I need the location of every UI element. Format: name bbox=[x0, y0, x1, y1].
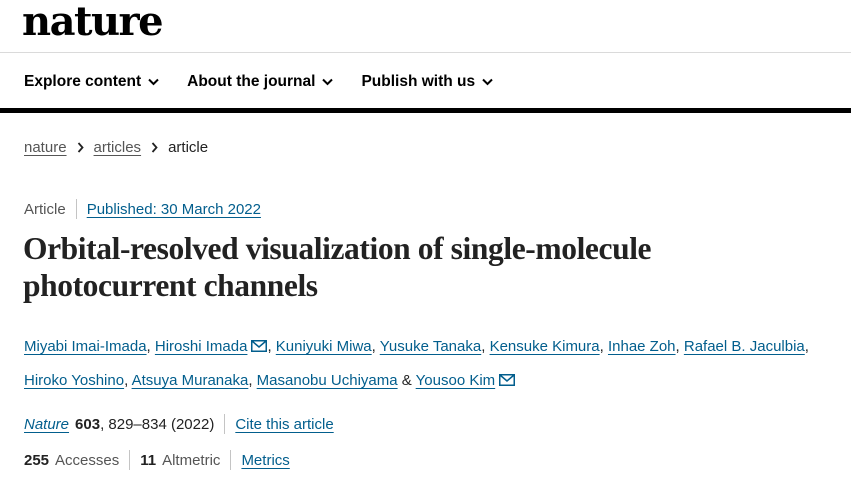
nav-publish-with-us-label: Publish with us bbox=[361, 73, 476, 90]
author-link[interactable]: Inhae Zoh bbox=[608, 338, 676, 355]
nav-explore-content[interactable]: Explore content bbox=[24, 73, 159, 91]
metrics-link[interactable]: Metrics bbox=[241, 452, 289, 469]
author-link[interactable]: Kensuke Kimura bbox=[490, 338, 600, 355]
header-divider bbox=[0, 52, 851, 53]
author-link[interactable]: Atsuya Muranaka bbox=[132, 372, 249, 389]
breadcrumb-current: article bbox=[168, 139, 209, 156]
nav-explore-content-label: Explore content bbox=[24, 73, 142, 90]
author-link[interactable]: Rafael B. Jaculbia bbox=[684, 338, 805, 355]
nav-publish-with-us[interactable]: Publish with us bbox=[361, 73, 493, 91]
nature-logo[interactable]: nature bbox=[22, 0, 164, 46]
chevron-down-icon bbox=[482, 78, 493, 86]
accesses-label: Accesses bbox=[55, 451, 120, 469]
metrics-row: 255 Accesses 11 Altmetric Metrics bbox=[24, 450, 290, 470]
nav-about-journal-label: About the journal bbox=[187, 73, 316, 90]
volume-number: 603 bbox=[75, 415, 101, 433]
chevron-down-icon bbox=[148, 78, 159, 86]
author-list: Miyabi Imai-Imada, Hiroshi Imada, Kuniyu… bbox=[24, 338, 809, 389]
article-meta: Article Published: 30 March 2022 bbox=[24, 199, 261, 219]
author-link[interactable]: Kuniyuki Miwa bbox=[276, 338, 372, 355]
main-nav: Explore content About the journal Publis… bbox=[24, 70, 521, 94]
pages-year: , 829–834 (2022) bbox=[100, 415, 215, 433]
metrics-divider bbox=[230, 450, 232, 470]
metrics-divider bbox=[129, 450, 131, 470]
altmetric-label: Altmetric bbox=[162, 451, 221, 469]
breadcrumb-nature[interactable]: nature bbox=[24, 139, 67, 156]
article-type: Article bbox=[24, 200, 66, 218]
article-title: Orbital-resolved visualization of single… bbox=[23, 231, 652, 303]
breadcrumb-articles[interactable]: articles bbox=[94, 139, 142, 156]
author-ampersand: & bbox=[401, 372, 412, 389]
author-link[interactable]: Miyabi Imai-Imada bbox=[24, 338, 147, 355]
nav-rule bbox=[0, 108, 851, 113]
author-link[interactable]: Hiroko Yoshino bbox=[24, 372, 124, 389]
chevron-down-icon bbox=[322, 78, 334, 86]
altmetric-count: 11 bbox=[140, 451, 157, 469]
author-link[interactable]: Masanobu Uchiyama bbox=[257, 372, 398, 389]
author-link[interactable]: Yousoo Kim bbox=[416, 372, 496, 389]
author-link[interactable]: Yusuke Tanaka bbox=[380, 338, 481, 355]
author-link[interactable]: Hiroshi Imada bbox=[155, 338, 248, 355]
nav-about-journal[interactable]: About the journal bbox=[187, 73, 334, 91]
chevron-right-icon bbox=[151, 142, 158, 153]
envelope-icon[interactable] bbox=[499, 374, 516, 386]
envelope-icon[interactable] bbox=[251, 340, 268, 352]
cite-this-article-link[interactable]: Cite this article bbox=[235, 416, 333, 433]
chevron-right-icon bbox=[77, 142, 84, 153]
citation-divider bbox=[224, 414, 226, 434]
citation-row: Nature 603, 829–834 (2022) Cite this art… bbox=[24, 414, 334, 434]
meta-divider bbox=[75, 199, 77, 219]
breadcrumb: nature articles article bbox=[24, 139, 208, 156]
journal-link[interactable]: Nature bbox=[24, 416, 69, 433]
published-date-link[interactable]: Published: 30 March 2022 bbox=[87, 201, 261, 218]
accesses-count: 255 bbox=[24, 451, 50, 469]
